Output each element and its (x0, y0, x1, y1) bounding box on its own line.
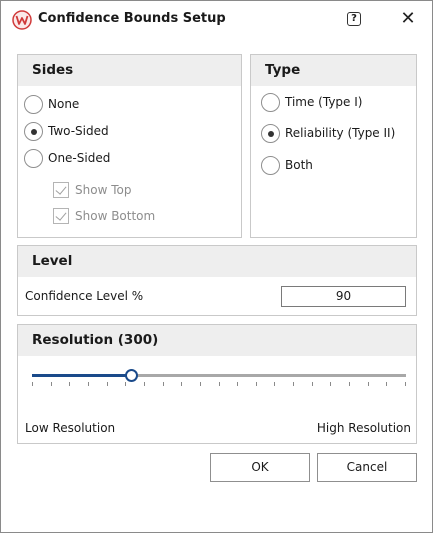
slider-tick (144, 382, 145, 386)
sides-option-one-sided[interactable]: One-Sided (24, 148, 110, 168)
checkbox[interactable] (53, 208, 69, 224)
radio-button[interactable] (24, 94, 43, 114)
window-title: Confidence Bounds Setup (38, 11, 226, 26)
radio-button-selected[interactable] (24, 121, 43, 141)
high-resolution-label: High Resolution (316, 421, 411, 435)
slider-tick (237, 382, 238, 386)
show-top-checkbox[interactable]: Show Top (53, 181, 131, 199)
sides-option-none[interactable]: None (24, 94, 79, 114)
level-panel: Level Confidence Level % 90 (17, 245, 417, 316)
slider-tick (274, 382, 275, 386)
help-icon[interactable]: ? (347, 12, 361, 26)
slider-tick (293, 382, 294, 386)
type-option-both[interactable]: Both (261, 155, 313, 175)
sides-panel: Sides None Two-Sided One-Sided Show Top … (17, 54, 242, 238)
slider-tick (386, 382, 387, 386)
slider-tick (32, 382, 33, 386)
radio-button[interactable] (24, 148, 43, 168)
option-label: Both (285, 158, 313, 172)
cancel-button[interactable]: Cancel (317, 453, 417, 482)
resolution-panel: Resolution (300) Low Resolution High Res… (17, 324, 417, 444)
option-label: One-Sided (48, 151, 111, 165)
option-label: Time (Type I) (285, 95, 363, 109)
confidence-level-label: Confidence Level % (25, 289, 144, 303)
slider-tick (181, 382, 182, 386)
confidence-level-input[interactable]: 90 (281, 286, 406, 307)
type-option-reliability[interactable]: Reliability (Type II) (261, 123, 395, 143)
slider-tick (256, 382, 257, 386)
show-bottom-checkbox[interactable]: Show Bottom (53, 207, 155, 225)
slider-tick (125, 382, 126, 386)
sides-header: Sides (18, 55, 241, 86)
option-label: Two-Sided (48, 124, 109, 138)
app-logo-icon (12, 10, 32, 30)
option-label: None (48, 97, 80, 111)
slider-tick (405, 382, 406, 386)
title-bar: Confidence Bounds Setup ? ✕ (1, 1, 432, 37)
slider-tick (200, 382, 201, 386)
checkbox-label: Show Top (75, 183, 132, 197)
resolution-header: Resolution (300) (18, 325, 416, 356)
slider-tick (368, 382, 369, 386)
radio-button[interactable] (261, 155, 280, 175)
type-option-time[interactable]: Time (Type I) (261, 92, 362, 112)
level-header: Level (18, 246, 416, 277)
slider-thumb[interactable] (125, 369, 138, 382)
radio-button-selected[interactable] (261, 123, 280, 143)
confidence-bounds-dialog: Confidence Bounds Setup ? ✕ Sides None T… (0, 0, 433, 533)
slider-tick (88, 382, 89, 386)
slider-tick (219, 382, 220, 386)
checkbox-label: Show Bottom (75, 209, 156, 223)
slider-tick (330, 382, 331, 386)
slider-tick (69, 382, 70, 386)
type-header: Type (251, 55, 416, 86)
slider-track-fill (32, 374, 131, 377)
low-resolution-label: Low Resolution (25, 421, 116, 435)
radio-button[interactable] (261, 92, 280, 112)
slider-tick (349, 382, 350, 386)
slider-tick (51, 382, 52, 386)
ok-button[interactable]: OK (210, 453, 310, 482)
checkbox[interactable] (53, 182, 69, 198)
option-label: Reliability (Type II) (285, 126, 396, 140)
slider-tick (312, 382, 313, 386)
slider-tick (107, 382, 108, 386)
resolution-slider[interactable] (32, 363, 406, 387)
sides-option-two-sided[interactable]: Two-Sided (24, 121, 109, 141)
slider-tick (163, 382, 164, 386)
type-panel: Type Time (Type I) Reliability (Type II)… (250, 54, 417, 238)
close-icon[interactable]: ✕ (397, 7, 419, 31)
